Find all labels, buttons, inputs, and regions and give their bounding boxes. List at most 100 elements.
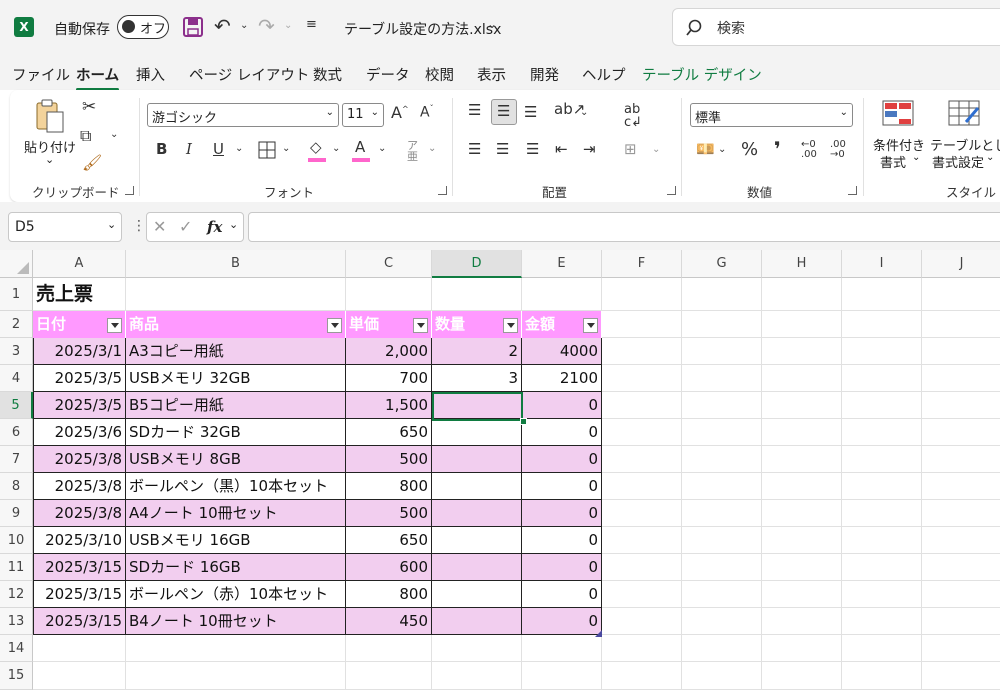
table-cell[interactable]: 500 <box>346 500 432 527</box>
cancel-icon[interactable]: ✕ <box>153 217 166 236</box>
tab-home[interactable]: ホーム <box>76 64 120 91</box>
file-name[interactable]: テーブル設定の方法.xlsx <box>344 19 501 39</box>
cut-icon[interactable]: ✂ <box>82 99 96 116</box>
table-cell[interactable]: 4000 <box>522 338 602 365</box>
row-header-5[interactable]: 5 <box>0 392 33 419</box>
underline-button[interactable]: U <box>213 142 224 157</box>
select-all-button[interactable] <box>0 250 33 278</box>
font-size-combo[interactable]: 11 ⌄ <box>342 103 384 127</box>
search-box[interactable]: 検索 <box>672 8 1000 46</box>
save-icon[interactable] <box>182 16 204 38</box>
table-cell[interactable]: 0 <box>522 392 602 419</box>
column-header-f[interactable]: F <box>602 250 682 278</box>
increase-indent-icon[interactable]: ⇥ <box>583 142 596 157</box>
tab-view[interactable]: 表示 <box>477 64 506 85</box>
conditional-dropdown-icon[interactable]: ⌄ <box>912 152 920 163</box>
redo-icon[interactable]: ↷ <box>258 14 275 38</box>
tab-file[interactable]: ファイル <box>12 64 70 85</box>
clipboard-launcher-icon[interactable] <box>125 186 134 195</box>
table-cell[interactable]: 0 <box>522 581 602 608</box>
tab-help[interactable]: ヘルプ <box>582 64 626 85</box>
table-cell[interactable]: 800 <box>346 581 432 608</box>
table-cell[interactable]: 0 <box>522 554 602 581</box>
row-header-4[interactable]: 4 <box>0 365 33 392</box>
insert-function-chevron-icon[interactable]: ⌄ <box>229 218 238 231</box>
table-cell[interactable]: 0 <box>522 608 602 635</box>
phonetic-guide-icon[interactable]: ア亜 <box>407 140 418 162</box>
table-cell[interactable]: 2025/3/8 <box>33 500 126 527</box>
redo-dropdown-icon[interactable]: ⌄ <box>284 20 292 31</box>
tab-review[interactable]: 校閲 <box>425 64 454 85</box>
alignment-launcher-icon[interactable] <box>667 186 676 195</box>
row-header-3[interactable]: 3 <box>0 338 33 365</box>
row-header-14[interactable]: 14 <box>0 635 33 662</box>
bold-button[interactable]: B <box>156 142 167 157</box>
table-cell[interactable]: A4ノート 10冊セット <box>126 500 346 527</box>
table-cell[interactable]: 2025/3/5 <box>33 392 126 419</box>
name-box[interactable]: D5 ⌄ <box>8 212 122 242</box>
row-header-2[interactable]: 2 <box>0 311 33 338</box>
merge-dropdown-icon[interactable]: ⌄ <box>652 145 660 155</box>
table-cell[interactable]: 0 <box>522 500 602 527</box>
tab-formulas[interactable]: 数式 <box>313 64 342 85</box>
format-painter-icon[interactable]: 🖌 <box>82 155 102 171</box>
wrap-text-icon[interactable]: ab c↲ <box>624 103 642 129</box>
fill-color-icon[interactable]: ◇ <box>310 140 322 155</box>
table-cell[interactable]: 2025/3/5 <box>33 365 126 392</box>
percent-style-button[interactable]: % <box>741 141 758 159</box>
undo-dropdown-icon[interactable]: ⌄ <box>240 20 248 31</box>
table-cell[interactable]: 1,500 <box>346 392 432 419</box>
autosave-toggle[interactable]: オフ <box>117 15 169 39</box>
tab-data[interactable]: データ <box>366 64 410 85</box>
column-header-d[interactable]: D <box>432 250 522 278</box>
tab-developer[interactable]: 開発 <box>530 64 559 85</box>
align-center-icon[interactable]: ☰ <box>496 142 509 157</box>
table-cell[interactable]: USBメモリ 32GB <box>126 365 346 392</box>
table-cell[interactable]: 700 <box>346 365 432 392</box>
table-cell[interactable]: 2 <box>432 338 522 365</box>
row-header-10[interactable]: 10 <box>0 527 33 554</box>
increase-decimal-icon[interactable]: ←0.00 <box>801 140 817 160</box>
copy-dropdown-icon[interactable]: ⌄ <box>110 130 118 140</box>
row-header-9[interactable]: 9 <box>0 500 33 527</box>
borders-icon[interactable] <box>258 141 276 159</box>
row-header-1[interactable]: 1 <box>0 278 33 311</box>
align-middle-button[interactable]: ☰ <box>491 99 517 125</box>
table-cell[interactable] <box>432 500 522 527</box>
table-cell[interactable] <box>432 608 522 635</box>
table-cell[interactable]: B5コピー用紙 <box>126 392 346 419</box>
align-left-icon[interactable]: ☰ <box>468 142 481 157</box>
row-header-6[interactable]: 6 <box>0 419 33 446</box>
comma-style-button[interactable]: ❜ <box>774 139 781 159</box>
table-cell[interactable] <box>432 527 522 554</box>
filter-dropdown-icon[interactable] <box>327 318 342 333</box>
number-format-combo[interactable]: 標準 ⌄ <box>690 103 853 127</box>
table-cell[interactable]: 500 <box>346 446 432 473</box>
table-resize-handle-icon[interactable] <box>595 630 602 637</box>
table-cell[interactable]: USBメモリ 8GB <box>126 446 346 473</box>
table-cell[interactable] <box>432 446 522 473</box>
table-cell[interactable] <box>432 554 522 581</box>
row-header-12[interactable]: 12 <box>0 581 33 608</box>
fill-color-dropdown-icon[interactable]: ⌄ <box>332 144 340 154</box>
name-box-chevron-down-icon[interactable]: ⌄ <box>107 218 116 231</box>
italic-button[interactable]: I <box>186 142 192 157</box>
underline-dropdown-icon[interactable]: ⌄ <box>235 144 243 154</box>
table-cell[interactable]: 2025/3/15 <box>33 608 126 635</box>
table-cell[interactable]: 0 <box>522 419 602 446</box>
table-cell[interactable]: 2025/3/1 <box>33 338 126 365</box>
copy-icon[interactable]: ⧉ <box>80 128 91 144</box>
table-cell[interactable]: 0 <box>522 527 602 554</box>
table-cell[interactable] <box>432 473 522 500</box>
row-header-11[interactable]: 11 <box>0 554 33 581</box>
table-cell[interactable]: 0 <box>522 446 602 473</box>
enter-icon[interactable]: ✓ <box>179 217 192 236</box>
conditional-formatting-label-2[interactable]: 書式 <box>880 152 906 171</box>
paste-dropdown-icon[interactable]: ⌄ <box>45 153 54 166</box>
column-header-g[interactable]: G <box>682 250 762 278</box>
sheet-title[interactable]: 売上票 <box>33 278 233 311</box>
filter-dropdown-icon[interactable] <box>503 318 518 333</box>
table-cell[interactable]: B4ノート 10冊セット <box>126 608 346 635</box>
format-as-table-icon[interactable] <box>948 100 982 128</box>
table-header-cell[interactable]: 数量 <box>432 311 522 338</box>
